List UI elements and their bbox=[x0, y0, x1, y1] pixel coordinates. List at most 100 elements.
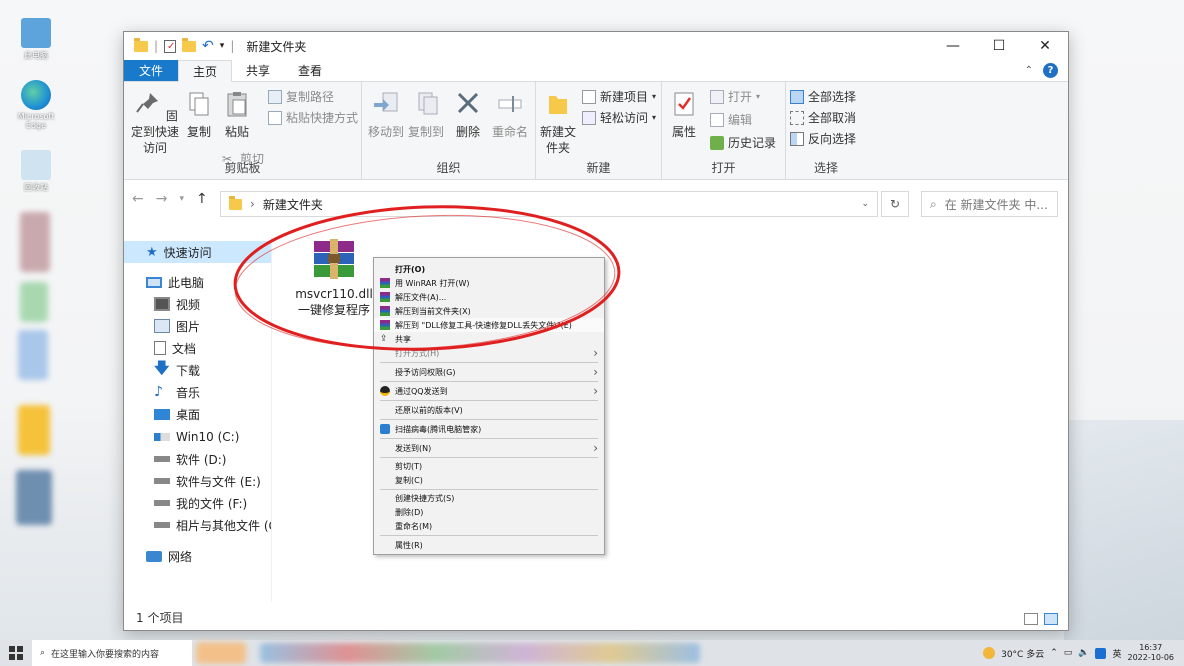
invert-selection-icon bbox=[790, 131, 804, 146]
new-folder-button[interactable]: 新建文件夹 bbox=[538, 90, 578, 156]
details-view-button[interactable] bbox=[1024, 613, 1038, 625]
tab-home[interactable]: 主页 bbox=[178, 60, 233, 82]
breadcrumb-separator-icon: › bbox=[250, 197, 255, 211]
menu-item-open-with-winrar[interactable]: 用 WinRAR 打开(W) bbox=[374, 276, 604, 290]
menu-separator bbox=[380, 362, 598, 363]
sidebar-item-drive-f[interactable]: 我的文件 (F:) bbox=[124, 492, 271, 514]
sidebar-item-drive-c[interactable]: Win10 (C:) bbox=[124, 426, 271, 448]
up-arrow-icon[interactable]: ↑ bbox=[196, 191, 208, 207]
chevron-up-icon[interactable]: ⌃ bbox=[1050, 648, 1058, 658]
address-history-dropdown-icon[interactable]: ⌄ bbox=[861, 199, 869, 209]
menu-item-open[interactable]: 打开(O) bbox=[374, 262, 604, 276]
weather-icon[interactable] bbox=[983, 647, 996, 659]
weather-text[interactable]: 30°C 多云 bbox=[1001, 647, 1044, 660]
paste-icon bbox=[227, 92, 247, 117]
undo-icon[interactable]: ↶ bbox=[202, 38, 214, 54]
select-none-button[interactable]: 全部取消 bbox=[790, 109, 856, 126]
sidebar-item-desktop[interactable]: 桌面 bbox=[124, 403, 271, 425]
help-icon[interactable]: ? bbox=[1043, 63, 1058, 78]
select-all-button[interactable]: 全部选择 bbox=[790, 88, 856, 105]
easy-access-button[interactable]: 轻松访问 ▾ bbox=[582, 109, 656, 126]
back-arrow-icon[interactable]: ← bbox=[132, 191, 144, 207]
search-icon: ⌕ bbox=[930, 196, 937, 211]
network-tray-icon[interactable]: ▭ bbox=[1064, 648, 1073, 658]
move-to-button[interactable]: 移动到 bbox=[366, 90, 406, 140]
title-bar[interactable]: | ✓ ↶ ▾ | 新建文件夹 — ☐ ✕ bbox=[124, 32, 1068, 60]
customize-qat-icon[interactable]: ▾ bbox=[220, 41, 225, 51]
address-bar[interactable]: › 新建文件夹 ⌄ bbox=[220, 191, 878, 217]
rename-button[interactable]: 重命名 bbox=[488, 90, 532, 140]
sidebar-item-documents[interactable]: 文档 bbox=[124, 337, 271, 359]
sidebar-item-pictures[interactable]: 图片 bbox=[124, 315, 271, 337]
menu-item-scan-virus[interactable]: 扫描病毒(腾讯电脑管家) bbox=[374, 422, 604, 436]
menu-item-rename[interactable]: 重命名(M) bbox=[374, 519, 604, 533]
close-button[interactable]: ✕ bbox=[1022, 32, 1068, 60]
sidebar-item-music[interactable]: ♪ 音乐 bbox=[124, 381, 271, 403]
refresh-icon: ↻ bbox=[889, 197, 901, 211]
menu-item-delete[interactable]: 删除(D) bbox=[374, 505, 604, 519]
refresh-button[interactable]: ↻ bbox=[881, 191, 909, 217]
app-tray-icon[interactable] bbox=[1095, 647, 1107, 659]
tab-file[interactable]: 文件 bbox=[124, 60, 178, 81]
submenu-arrow-icon: › bbox=[593, 346, 598, 360]
paste-shortcut-button[interactable]: 粘贴快捷方式 bbox=[268, 109, 358, 126]
desktop-icon-edge[interactable]: Microsoft Edge bbox=[14, 80, 58, 130]
menu-item-copy[interactable]: 复制(C) bbox=[374, 473, 604, 487]
menu-item-send-via-qq[interactable]: 通过QQ发送到 › bbox=[374, 384, 604, 398]
sidebar-item-this-pc[interactable]: 此电脑 bbox=[124, 271, 271, 293]
desktop-icon-recycle-bin[interactable]: 回收站 bbox=[14, 150, 58, 193]
file-item-msvcr110[interactable]: msvcr110.dll 一键修复程序 bbox=[284, 239, 384, 318]
new-item-button[interactable]: 新建项目 ▾ bbox=[582, 88, 656, 105]
desktop-icon-this-pc[interactable]: 此电脑 bbox=[14, 18, 58, 61]
breadcrumb-current[interactable]: 新建文件夹 bbox=[263, 196, 323, 213]
copy-path-button[interactable]: 复制路径 bbox=[268, 88, 334, 105]
menu-item-extract-to-folder[interactable]: 解压到 "DLL修复工具-快速修复DLL丢失文件\"(E) bbox=[374, 318, 604, 332]
clock[interactable]: 16:37 2022-10-06 bbox=[1128, 643, 1175, 663]
volume-icon[interactable]: 🔈 bbox=[1078, 648, 1089, 658]
context-menu[interactable]: 打开(O) 用 WinRAR 打开(W) 解压文件(A)... 解压到当前文件夹… bbox=[373, 257, 605, 555]
new-folder-icon[interactable] bbox=[182, 37, 197, 52]
menu-item-properties[interactable]: 属性(R) bbox=[374, 538, 604, 552]
paste-button[interactable]: 粘贴 bbox=[220, 90, 254, 140]
taskbar-search-box[interactable]: ⌕ 在这里输入你要搜索的内容 bbox=[32, 640, 192, 666]
menu-item-open-with[interactable]: 打开方式(H) › bbox=[374, 346, 604, 360]
tab-share[interactable]: 共享 bbox=[232, 60, 284, 81]
menu-item-extract-files[interactable]: 解压文件(A)... bbox=[374, 290, 604, 304]
history-button[interactable]: 历史记录 bbox=[710, 134, 776, 151]
start-button[interactable] bbox=[0, 640, 32, 666]
properties-check-icon[interactable]: ✓ bbox=[164, 39, 177, 53]
copy-button[interactable]: 复制 bbox=[182, 90, 216, 140]
menu-separator bbox=[380, 400, 598, 401]
sidebar-item-network[interactable]: 网络 bbox=[124, 545, 271, 567]
quick-access-toolbar: | ✓ ↶ ▾ | bbox=[134, 37, 234, 54]
search-box[interactable]: ⌕ 在 新建文件夹 中... bbox=[921, 191, 1058, 217]
recent-locations-icon[interactable]: ▾ bbox=[179, 194, 184, 204]
invert-selection-button[interactable]: 反向选择 bbox=[790, 130, 856, 147]
pin-quick-access-button[interactable]: 固定到快速访问 bbox=[128, 90, 182, 156]
open-button[interactable]: 打开 ▾ bbox=[710, 88, 760, 105]
sidebar-item-quick-access[interactable]: ★ 快速访问 bbox=[124, 241, 271, 263]
menu-item-cut[interactable]: 剪切(T) bbox=[374, 459, 604, 473]
maximize-button[interactable]: ☐ bbox=[976, 32, 1022, 60]
tab-view[interactable]: 查看 bbox=[284, 60, 336, 81]
menu-item-create-shortcut[interactable]: 创建快捷方式(S) bbox=[374, 491, 604, 505]
menu-item-send-to[interactable]: 发送到(N) › bbox=[374, 441, 604, 455]
menu-item-restore-previous-versions[interactable]: 还原以前的版本(V) bbox=[374, 403, 604, 417]
collapse-ribbon-icon[interactable]: ⌃ bbox=[1025, 65, 1033, 76]
minimize-button[interactable]: — bbox=[930, 32, 976, 60]
menu-item-give-access[interactable]: 授予访问权限(G) › bbox=[374, 365, 604, 379]
sidebar-item-drive-d[interactable]: 软件 (D:) bbox=[124, 448, 271, 470]
large-icons-view-button[interactable] bbox=[1044, 613, 1058, 625]
menu-item-extract-here[interactable]: 解压到当前文件夹(X) bbox=[374, 304, 604, 318]
edit-button[interactable]: 编辑 bbox=[710, 111, 752, 128]
delete-button[interactable]: 删除 bbox=[450, 90, 486, 140]
sidebar-item-drive-g[interactable]: 相片与其他文件 (G: bbox=[124, 514, 271, 536]
input-method-indicator[interactable]: 英 bbox=[1112, 647, 1121, 660]
sidebar-item-downloads[interactable]: 🡇 下载 bbox=[124, 359, 271, 381]
properties-button[interactable]: 属性 bbox=[666, 90, 702, 140]
menu-item-share[interactable]: ⇪ 共享 bbox=[374, 332, 604, 346]
copy-to-button[interactable]: 复制到 bbox=[406, 90, 446, 140]
sidebar-item-drive-e[interactable]: 软件与文件 (E:) bbox=[124, 470, 271, 492]
sidebar-item-videos[interactable]: 视频 bbox=[124, 293, 271, 315]
forward-arrow-icon[interactable]: → bbox=[156, 191, 168, 207]
